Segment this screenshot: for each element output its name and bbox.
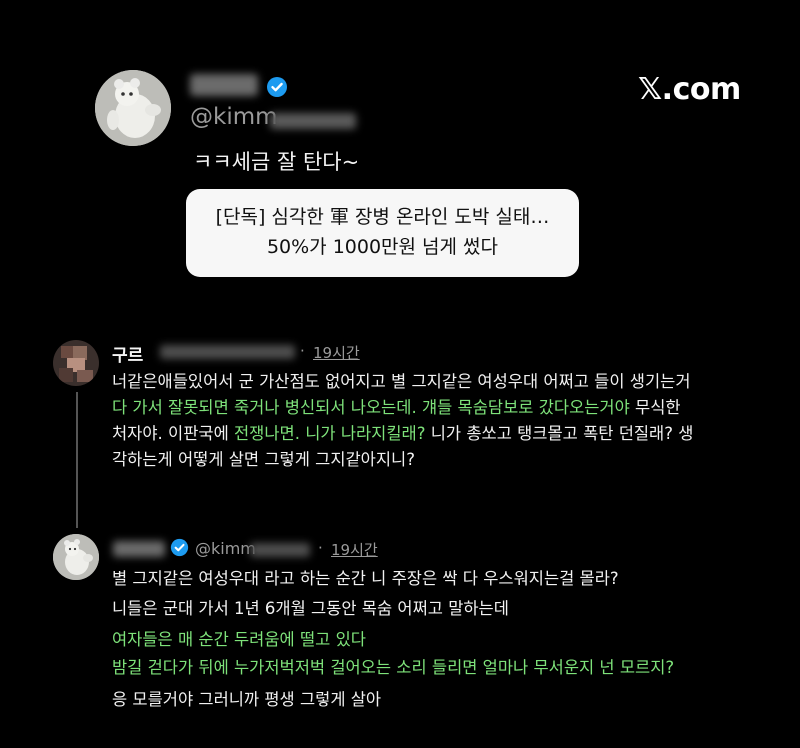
verified-badge-icon: [170, 538, 189, 557]
reply1-text-segment: 처자야. 이판국에: [112, 424, 234, 443]
reply1-text-line: 너같은애들있어서 군 가산점도 없어지고 별 그지같은 여성우대 어쩌고 들이 …: [112, 368, 691, 392]
top-display-name-redacted: [190, 74, 258, 96]
reply1-text-segment: 다 가서 잘못되면 죽거나 병신되서 나오는데. 걔들 목숨담보로 갔다오는거야: [112, 398, 630, 417]
news-headline-line2: 50%가 1000만원 넘게 썼다: [266, 236, 499, 258]
reply2-handle[interactable]: @kimm: [195, 539, 256, 558]
screenshot-frame: @kimm 𝕏.com ㅋㅋ세금 잘 탄다~ [단독] 심각한 軍 장병 온라인…: [0, 0, 800, 748]
reply1-avatar[interactable]: [53, 340, 99, 386]
top-handle-redacted: [270, 113, 356, 129]
reply1-separator: ·: [300, 342, 305, 360]
reply1-text-segment: 무식한: [629, 398, 681, 417]
reply2-handle-redacted: [250, 543, 310, 557]
reply1-text-line: 처자야. 이판국에 전쟁나면. 니가 나라지킬래? 니가 총쏘고 탱크몰고 폭탄…: [112, 420, 693, 444]
reply1-text-segment: 전쟁나면. 니가 나라지킬래?: [234, 424, 426, 443]
reply2-separator: ·: [318, 539, 323, 557]
top-tweet-avatar[interactable]: [95, 70, 171, 146]
top-tweet-text: ㅋㅋ세금 잘 탄다~: [193, 150, 360, 174]
x-logo: 𝕏.com: [638, 72, 741, 107]
reply2-text-line: 여자들은 매 순간 두려움에 떨고 있다: [112, 630, 366, 649]
reply1-time[interactable]: 19시간: [313, 342, 360, 363]
reply2-name-redacted: [113, 541, 165, 557]
reply2-text-line: 니들은 군대 가서 1년 6개월 그동안 목숨 어쩌고 말하는데: [112, 599, 509, 618]
reply1-name[interactable]: 구르: [112, 341, 143, 366]
reply2-avatar[interactable]: [53, 534, 99, 580]
reply1-text-line: 각하는게 어떻게 살면 그렇게 그지같아지니?: [112, 446, 415, 470]
reply1-text-segment: 너같은애들있어서 군 가산점도 없어지고 별 그지같은 여성우대 어쩌고 들이 …: [112, 372, 691, 391]
verified-badge-icon: [267, 77, 287, 97]
thread-connector: [76, 392, 78, 528]
reply2-time[interactable]: 19시간: [331, 539, 378, 560]
reply2-text-line: 밤길 걷다가 뒤에 누가저벅저벅 걸어오는 소리 들리면 얼마나 무서운지 넌 …: [112, 658, 675, 677]
top-handle[interactable]: @kimm: [190, 104, 278, 130]
reply1-text-segment: 니가 총쏘고 탱크몰고 폭탄 던질래? 생: [425, 424, 694, 443]
reply2-text-line: 별 그지같은 여성우대 라고 하는 순간 니 주장은 싹 다 우스워지는걸 몰라…: [112, 569, 619, 588]
reply2-text-line: 응 모를거야 그러니까 평생 그렇게 살아: [112, 690, 382, 709]
news-headline-line1: [단독] 심각한 軍 장병 온라인 도박 실태…: [215, 206, 550, 228]
reply1-text-line: 다 가서 잘못되면 죽거나 병신되서 나오는데. 걔들 목숨담보로 갔다오는거야…: [112, 394, 681, 418]
reply1-handle-redacted: [160, 345, 295, 359]
news-link-card[interactable]: [단독] 심각한 軍 장병 온라인 도박 실태… 50%가 1000만원 넘게 …: [186, 189, 579, 277]
reply1-text-segment: 각하는게 어떻게 살면 그렇게 그지같아지니?: [112, 450, 415, 469]
